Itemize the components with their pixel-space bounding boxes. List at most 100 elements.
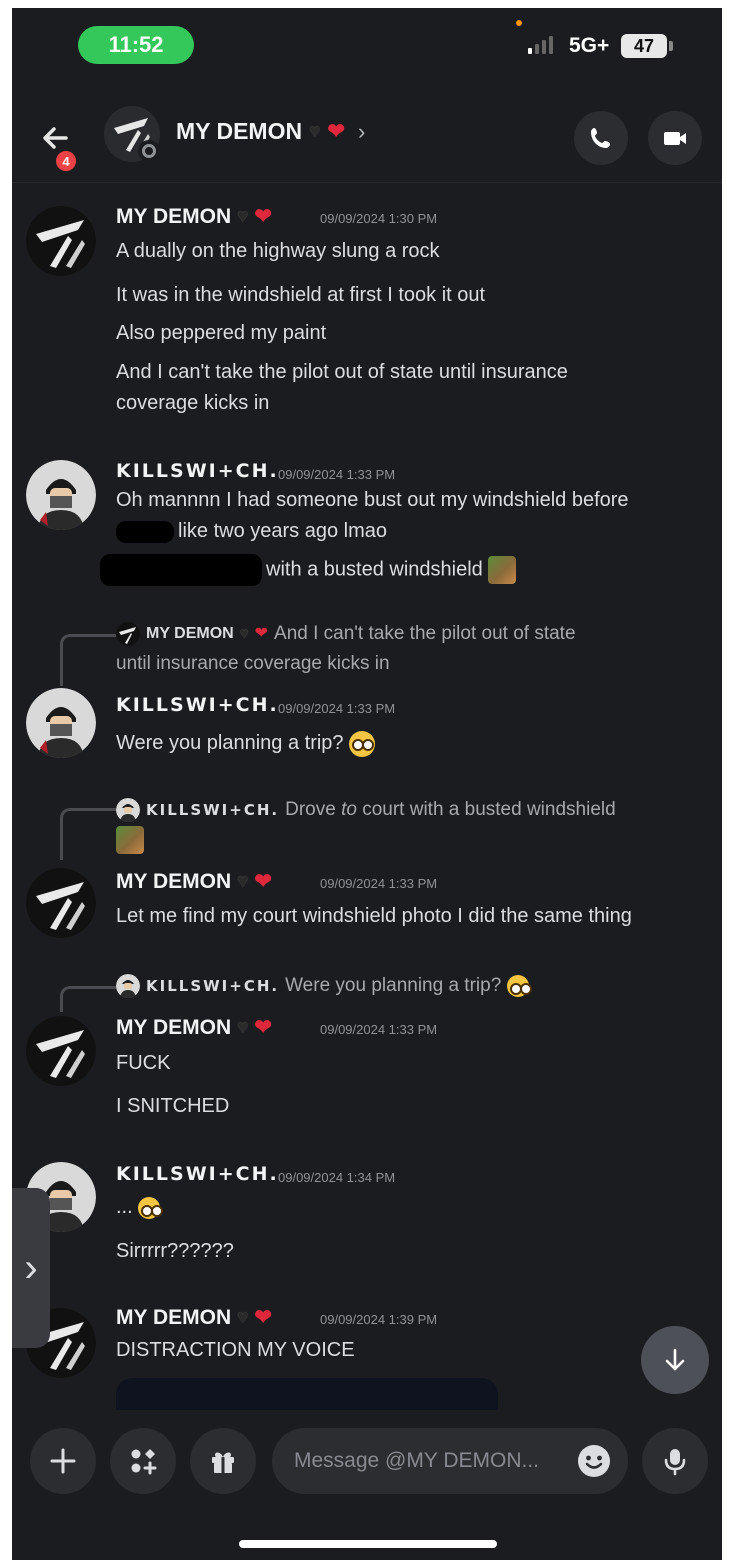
network-type: 5G+: [569, 34, 610, 57]
reply-sticker-line: [116, 826, 144, 854]
status-indicator: [138, 140, 160, 162]
home-indicator[interactable]: [239, 1540, 497, 1548]
microphone-icon: [664, 1449, 686, 1476]
header-divider: [12, 182, 722, 183]
avatar-killswitch[interactable]: [26, 688, 96, 758]
avatar-killswitch[interactable]: [26, 460, 96, 530]
message-line: Also peppered my paint: [116, 322, 327, 344]
redaction-block: [100, 554, 262, 586]
anatomical-heart-icon: ❤: [254, 1016, 273, 1039]
battery-tip: [669, 41, 673, 51]
reply-text-continued: until insurance coverage kicks in: [116, 653, 390, 674]
message-line: with a busted windshield: [100, 554, 517, 586]
message-author[interactable]: KILLSWI+CH.: [116, 694, 279, 716]
message-line: It was in the windshield at first I took…: [116, 284, 486, 306]
chevron-right-icon: ›: [357, 118, 366, 144]
reply-text: And I can't take the pilot out of state: [274, 623, 576, 644]
apps-button[interactable]: [110, 1428, 176, 1494]
avatar-my-demon[interactable]: [26, 206, 96, 276]
privacy-indicator-dot: [516, 20, 522, 26]
message-author[interactable]: KILLSWI+CH.: [116, 1163, 279, 1185]
plus-icon: [50, 1448, 76, 1474]
message-timestamp: 09/09/2024 1:33 PM: [278, 467, 396, 482]
message-author[interactable]: MY DEMON ♥ ❤: [116, 204, 272, 229]
author-name: KILLSWI+CH.: [116, 694, 279, 716]
author-name: KILLSWI+CH.: [116, 460, 279, 482]
message-text: like two years ago lmao: [178, 520, 387, 542]
black-heart-icon: ♥: [239, 625, 249, 642]
message-timestamp: 09/09/2024 1:33 PM: [320, 876, 438, 891]
anatomical-heart-icon: ❤: [327, 120, 345, 143]
reply-preview[interactable]: KILLSWI+CH. Drove to court with a busted…: [116, 796, 616, 824]
reply-avatar: [116, 798, 140, 822]
author-name: MY DEMON: [116, 1305, 232, 1329]
anatomical-heart-icon: ❤: [254, 625, 269, 642]
side-drawer-tab[interactable]: ›: [12, 1188, 50, 1348]
message-timestamp: 09/09/2024 1:39 PM: [320, 1312, 438, 1327]
avatar-my-demon[interactable]: [26, 1016, 96, 1086]
avatar-my-demon[interactable]: [26, 868, 96, 938]
add-attachment-button[interactable]: [30, 1428, 96, 1494]
message-text: ...: [116, 1196, 133, 1218]
anatomical-heart-icon: ❤: [254, 870, 273, 893]
flushed-face-emoji: [138, 1196, 164, 1219]
reply-author: KILLSWI+CH.: [146, 977, 280, 995]
message-author[interactable]: MY DEMON ♥ ❤: [116, 1305, 272, 1330]
message-line: Were you planning a trip?: [116, 728, 376, 758]
header-title[interactable]: MY DEMON ♥ ❤ ›: [176, 118, 365, 145]
message-line: coverage kicks in: [116, 392, 270, 414]
redaction-block: [116, 520, 174, 543]
jump-to-present-button[interactable]: [641, 1326, 709, 1394]
message-timestamp: 09/09/2024 1:34 PM: [278, 1170, 396, 1185]
message-line: Oh mannnn I had someone bust out my wind…: [116, 489, 629, 511]
message-line: I SNITCHED: [116, 1095, 230, 1117]
gift-button[interactable]: [190, 1428, 256, 1494]
signal-icon: [528, 36, 553, 54]
author-name: MY DEMON: [116, 869, 232, 893]
reply-preview[interactable]: KILLSWI+CH. Were you planning a trip?: [116, 972, 533, 1000]
reply-text: Drove to court with a busted windshield: [285, 799, 616, 820]
emoji-icon: [578, 1445, 610, 1477]
author-name: KILLSWI+CH.: [116, 1163, 279, 1185]
phone-icon: [591, 128, 610, 148]
message-author[interactable]: KILLSWI+CH.: [116, 460, 279, 482]
black-heart-icon: ♥: [309, 120, 321, 142]
gift-icon: [212, 1452, 234, 1473]
reply-author: KILLSWI+CH.: [146, 801, 280, 819]
video-camera-icon: [664, 132, 686, 145]
message-input[interactable]: Message @MY DEMON...: [272, 1428, 628, 1494]
black-heart-icon: ♥: [237, 870, 249, 892]
message-line: And I can't take the pilot out of state …: [116, 361, 568, 383]
status-time: 11:52: [78, 26, 194, 64]
reply-avatar: [116, 974, 140, 998]
header-title-text: MY DEMON: [176, 118, 303, 144]
video-call-button[interactable]: [648, 111, 702, 165]
anatomical-heart-icon: ❤: [254, 205, 273, 228]
message-line: Let me find my court windshield photo I …: [116, 905, 632, 927]
reply-connector: [60, 808, 116, 860]
reply-preview[interactable]: MY DEMON ♥ ❤ And I can't take the pilot …: [116, 620, 576, 648]
voice-call-button[interactable]: [574, 111, 628, 165]
battery-icon: 47: [621, 34, 667, 58]
message-author[interactable]: MY DEMON ♥ ❤: [116, 869, 272, 894]
reply-avatar: [116, 622, 140, 646]
message-timestamp: 09/09/2024 1:30 PM: [320, 211, 438, 226]
message-text: with a busted windshield: [266, 558, 483, 581]
message-author[interactable]: MY DEMON ♥ ❤: [116, 1015, 272, 1040]
discord-dm-screen: 11:52 5G+ 47 4 MY DEMON ♥ ❤ › MY DEMON ♥…: [12, 8, 722, 1560]
black-heart-icon: ♥: [237, 1016, 249, 1038]
pleading-face-emoji: [349, 730, 376, 757]
message-line: FUCK: [116, 1052, 171, 1074]
message-line: A dually on the highway slung a rock: [116, 240, 440, 262]
message-text: Were you planning a trip?: [116, 732, 344, 754]
arrow-down-icon: [665, 1348, 685, 1371]
message-timestamp: 09/09/2024 1:33 PM: [278, 701, 396, 716]
emoji-picker-button[interactable]: [570, 1437, 618, 1485]
voice-message-button[interactable]: [642, 1428, 708, 1494]
black-heart-icon: ♥: [237, 205, 249, 227]
author-name: MY DEMON: [116, 204, 232, 228]
reply-connector: [60, 634, 116, 686]
anatomical-heart-icon: ❤: [254, 1306, 273, 1329]
reply-connector: [60, 986, 116, 1012]
message-line: like two years ago lmao: [116, 516, 387, 546]
